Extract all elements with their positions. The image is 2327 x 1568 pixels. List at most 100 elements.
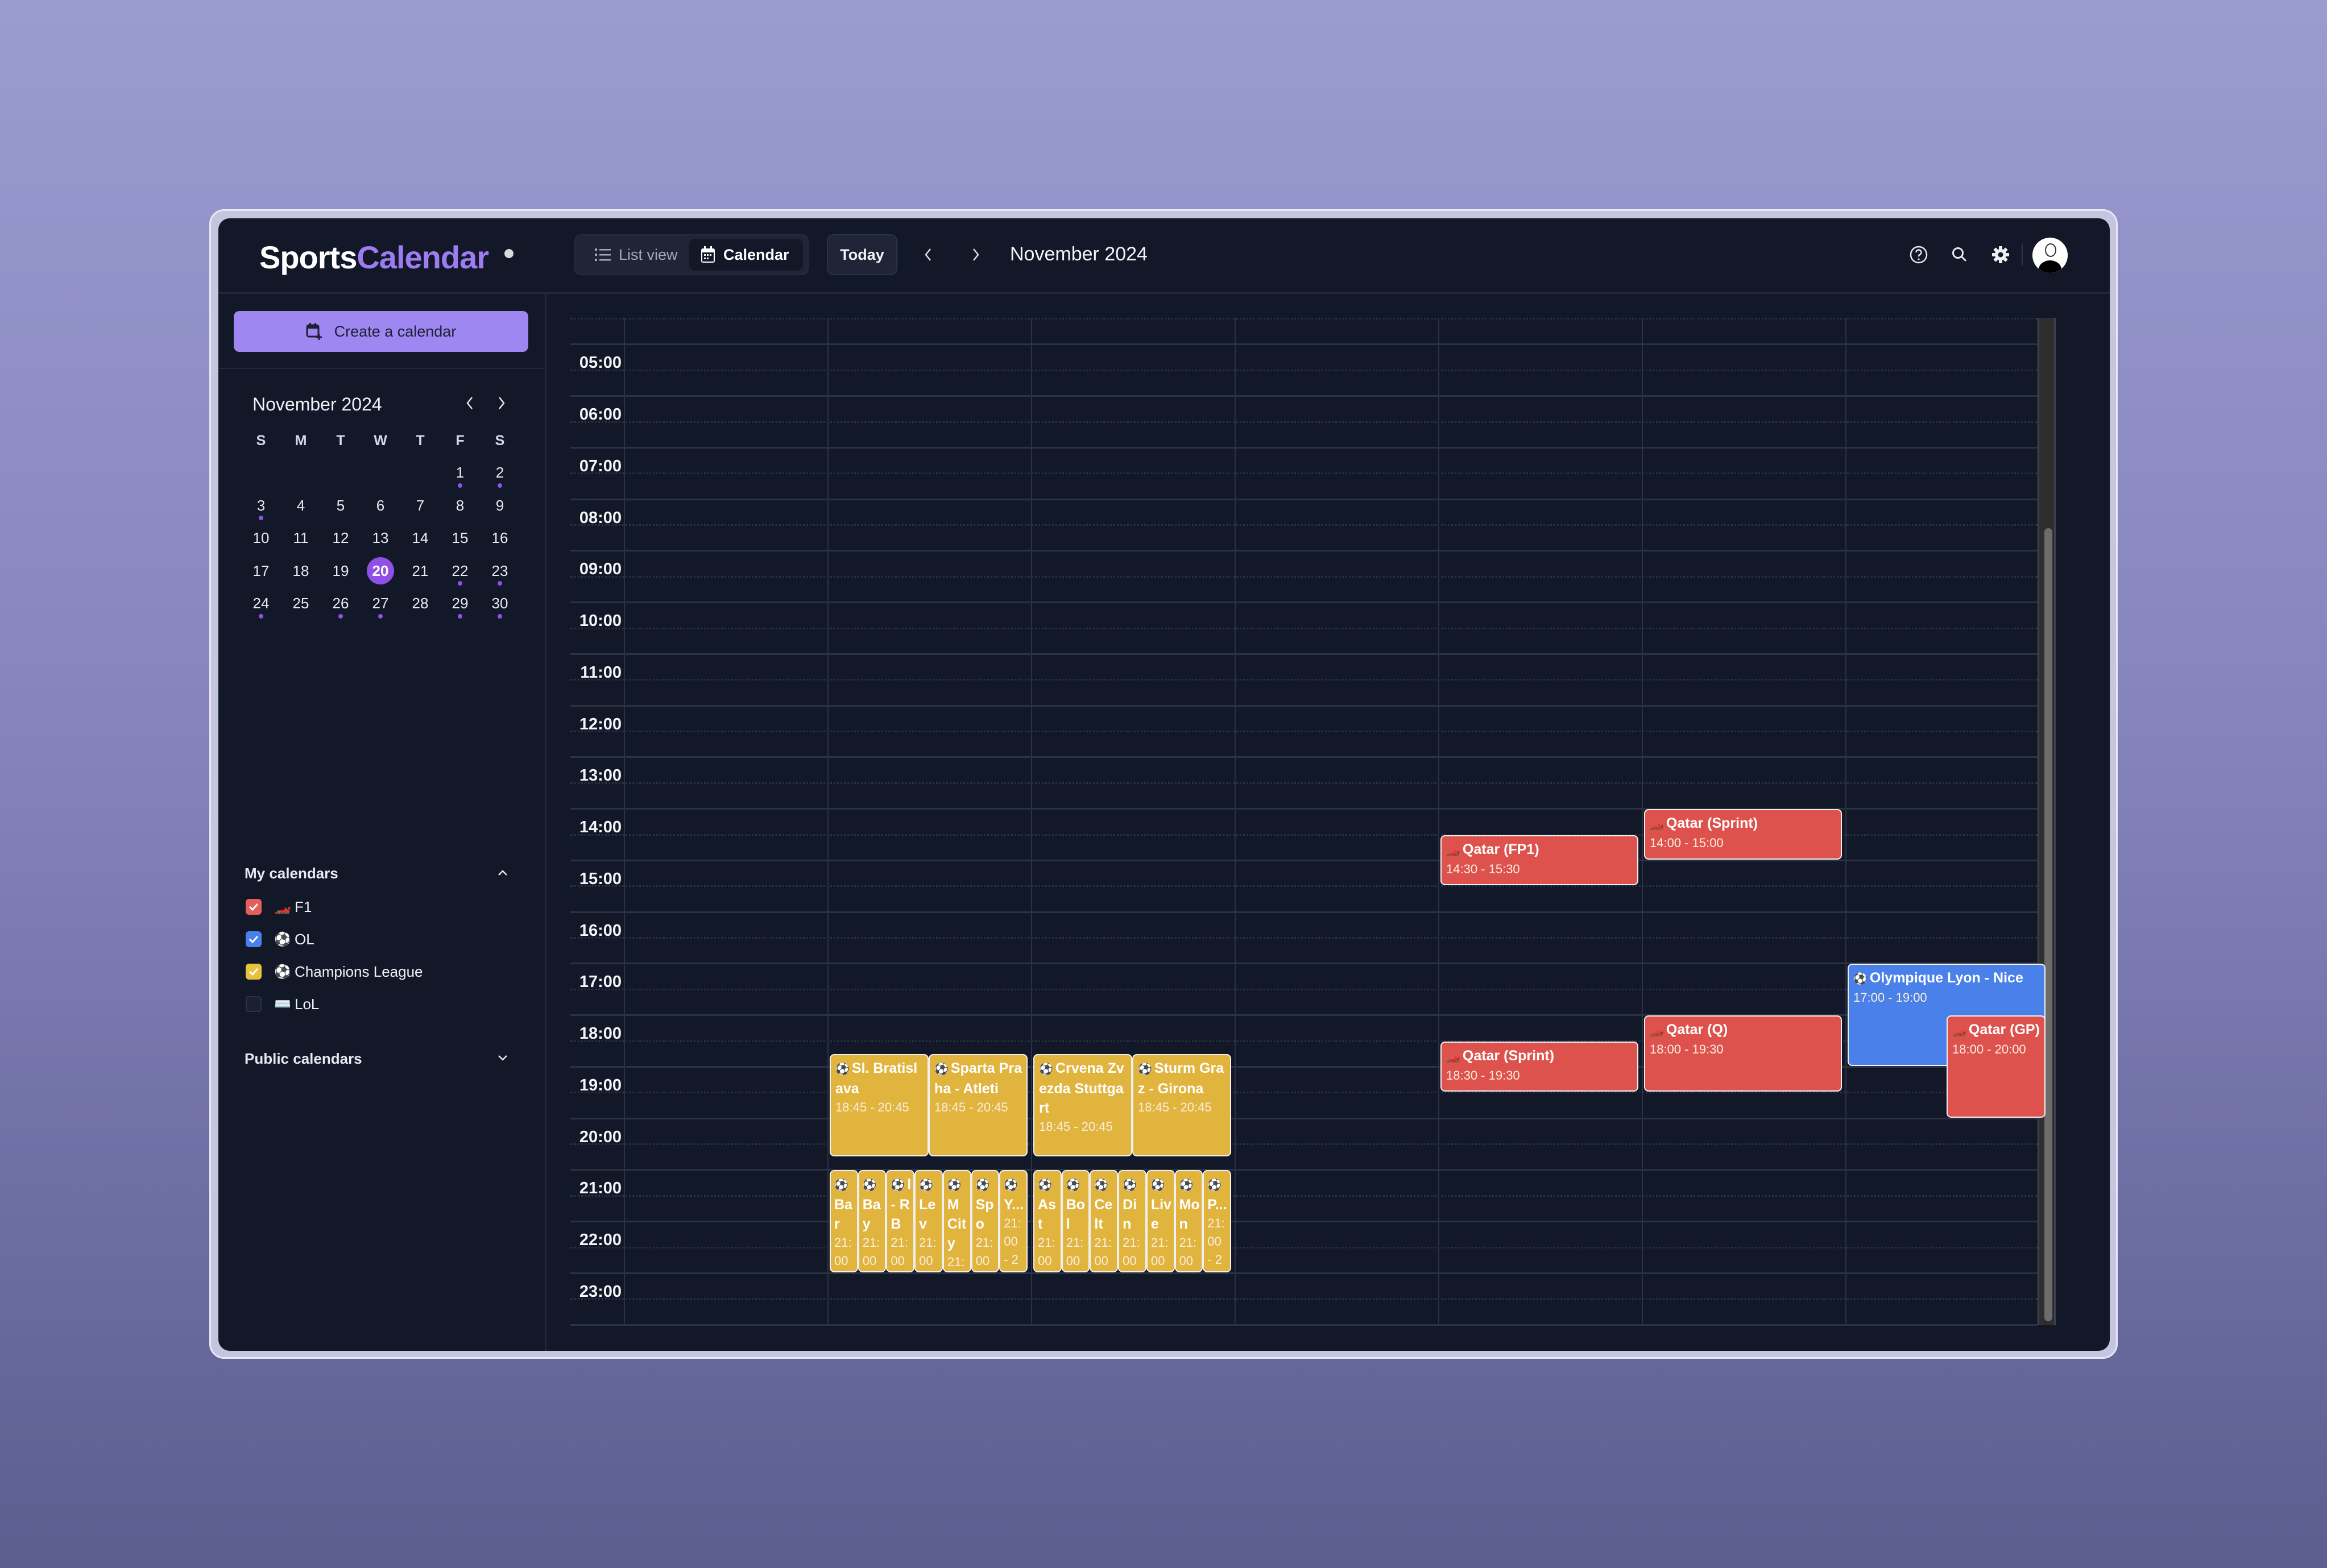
grid-scrollbar[interactable] bbox=[2038, 318, 2056, 1325]
mini-calendar-day[interactable]: 14 bbox=[400, 522, 440, 555]
mini-calendar-day[interactable]: 7 bbox=[400, 490, 440, 522]
user-avatar[interactable] bbox=[2032, 238, 2068, 273]
mini-calendar-next-button[interactable] bbox=[490, 391, 513, 416]
help-button[interactable] bbox=[1905, 241, 1932, 268]
mini-calendar-day[interactable]: 16 bbox=[480, 522, 520, 555]
calendar-event[interactable]: ⚽ Live 21:00 - 23:00 bbox=[1146, 1170, 1175, 1272]
hour-label: 06:00 bbox=[579, 405, 622, 424]
mini-calendar-day[interactable]: 15 bbox=[440, 522, 480, 555]
mini-calendar-day[interactable]: 17 bbox=[241, 555, 281, 588]
mini-calendar-day[interactable]: 13 bbox=[361, 522, 400, 555]
mini-calendar-day[interactable]: 1 bbox=[440, 457, 480, 490]
mini-calendar-day[interactable]: 3 bbox=[241, 490, 281, 522]
calendar-event[interactable]: ⚽ Bay 21:00 - 23:00 bbox=[858, 1170, 887, 1272]
calendar-item-ol[interactable]: ⚽ OL bbox=[246, 926, 314, 953]
mini-calendar-day[interactable]: 6 bbox=[361, 490, 400, 522]
today-button[interactable]: Today bbox=[827, 234, 897, 275]
calendar-item-champions-league[interactable]: ⚽ Champions League bbox=[246, 958, 423, 985]
mini-calendar-prev-button[interactable] bbox=[458, 391, 481, 416]
public-calendars-title[interactable]: Public calendars bbox=[245, 1050, 362, 1068]
calendar-view-button[interactable]: Calendar bbox=[689, 239, 803, 271]
mini-calendar-day[interactable]: 11 bbox=[281, 522, 321, 555]
calendar-event[interactable]: ⚽ Sl. Bratislava 18:45 - 20:45 bbox=[830, 1054, 929, 1156]
mini-calendar-day[interactable]: 18 bbox=[281, 555, 321, 588]
settings-button[interactable] bbox=[1987, 241, 2014, 268]
logo-calendar: Calendar bbox=[357, 239, 489, 275]
public-calendars-expand-button[interactable] bbox=[494, 1049, 512, 1067]
calendar-event[interactable]: ⚽ Bar 21:00 - 23:00 bbox=[830, 1170, 858, 1272]
mini-calendar-day[interactable]: 24 bbox=[241, 587, 281, 620]
calendar-event[interactable]: 🏎️ Qatar (GP) 18:00 - 20:00 bbox=[1947, 1015, 2046, 1118]
calendar-event[interactable]: 🏎️ Qatar (Sprint) 14:00 - 15:00 bbox=[1644, 809, 1842, 860]
day-number: 13 bbox=[372, 529, 389, 547]
mini-calendar-day[interactable]: 29 bbox=[440, 587, 480, 620]
calendar-event[interactable]: ⚽ Sturm Graz - Girona 18:45 - 20:45 bbox=[1132, 1054, 1231, 1156]
search-icon bbox=[1952, 247, 1967, 262]
mini-calendar-day[interactable]: 19 bbox=[321, 555, 361, 588]
calendar-event[interactable]: ⚽ Lev 21:00 - 23:00 bbox=[914, 1170, 943, 1272]
mini-calendar-day[interactable]: 25 bbox=[281, 587, 321, 620]
mini-calendar-day[interactable]: 20 bbox=[361, 555, 400, 588]
calendar-event[interactable]: 🏎️ Qatar (FP1) 14:30 - 15:30 bbox=[1440, 835, 1638, 886]
event-title: ⚽ Bar bbox=[834, 1175, 856, 1234]
search-button[interactable] bbox=[1946, 241, 1973, 268]
calendar-event[interactable]: ⚽ M City 21:00 - 23:00 bbox=[942, 1170, 971, 1272]
calendar-event[interactable]: ⚽ P... 21:00 - 23:00 bbox=[1203, 1170, 1231, 1272]
mini-calendar-day[interactable]: 12 bbox=[321, 522, 361, 555]
calendar-item-f1[interactable]: 🏎️ F1 bbox=[246, 893, 312, 920]
calendar-event[interactable]: ⚽ Ast 21:00 - 23:00 bbox=[1033, 1170, 1062, 1272]
mini-calendar-day[interactable]: 9 bbox=[480, 490, 520, 522]
calendar-checkbox[interactable] bbox=[246, 899, 262, 915]
mini-calendar-day[interactable]: 8 bbox=[440, 490, 480, 522]
calendar-item-lol[interactable]: ⌨️ LoL bbox=[246, 990, 319, 1018]
event-indicator-dot bbox=[259, 516, 263, 520]
mini-calendar-day[interactable]: 21 bbox=[400, 555, 440, 588]
calendar-checkbox[interactable] bbox=[246, 964, 262, 980]
previous-period-button[interactable] bbox=[917, 241, 939, 268]
mini-calendar-day[interactable]: 22 bbox=[440, 555, 480, 588]
create-calendar-button[interactable]: Create a calendar bbox=[234, 311, 528, 352]
mini-calendar-day[interactable]: 10 bbox=[241, 522, 281, 555]
day-number: 27 bbox=[372, 595, 389, 612]
calendar-checkbox[interactable] bbox=[246, 931, 262, 947]
hour-gridline bbox=[570, 550, 2038, 552]
calendar-view-label: Calendar bbox=[723, 246, 789, 263]
day-number: 15 bbox=[452, 529, 469, 547]
checkmark-icon bbox=[249, 903, 259, 911]
app-logo[interactable]: SportsCalendar bbox=[259, 239, 489, 276]
list-view-button[interactable]: List view bbox=[583, 239, 686, 271]
event-indicator-dot bbox=[498, 581, 502, 586]
my-calendars-collapse-button[interactable] bbox=[494, 864, 512, 882]
mini-calendar-day[interactable]: 30 bbox=[480, 587, 520, 620]
calendar-checkbox[interactable] bbox=[246, 996, 262, 1012]
race-car-icon: 🏎️ bbox=[1650, 818, 1664, 831]
calendar-event[interactable]: ⚽ Bol 21:00 - 23:00 bbox=[1061, 1170, 1090, 1272]
calendar-event[interactable]: ⚽ Din 21:00 - 23:00 bbox=[1118, 1170, 1146, 1272]
next-period-button[interactable] bbox=[964, 241, 987, 268]
calendar-event[interactable]: ⚽ Y... 21:00 - 23:00 bbox=[999, 1170, 1028, 1272]
view-toggle: List view Calendar bbox=[574, 234, 809, 275]
mini-calendar-day[interactable]: 28 bbox=[400, 587, 440, 620]
calendar-event[interactable]: ⚽ Sparta Praha - Atleti 18:45 - 20:45 bbox=[929, 1054, 1028, 1156]
mini-calendar-day[interactable]: 2 bbox=[480, 457, 520, 490]
event-time: 21:00 - 23:00 bbox=[1207, 1216, 1225, 1271]
event-indicator-dot bbox=[498, 483, 502, 488]
my-calendars-title[interactable]: My calendars bbox=[245, 865, 338, 882]
mini-calendar-day[interactable]: 5 bbox=[321, 490, 361, 522]
calendar-event[interactable]: 🏎️ Qatar (Q) 18:00 - 19:30 bbox=[1644, 1015, 1842, 1092]
mini-calendar-day[interactable]: 4 bbox=[281, 490, 321, 522]
hour-gridline bbox=[570, 859, 2038, 861]
calendar-event[interactable]: 🏎️ Qatar (Sprint) 18:30 - 19:30 bbox=[1440, 1041, 1638, 1092]
mini-calendar-day[interactable]: 23 bbox=[480, 555, 520, 588]
chevron-up-icon bbox=[498, 870, 507, 876]
mini-calendar-day[interactable]: 27 bbox=[361, 587, 400, 620]
calendar-event[interactable]: ⚽I - RB21:00 - 23:00 bbox=[886, 1170, 915, 1272]
mini-calendar-day[interactable]: 26 bbox=[321, 587, 361, 620]
grid-scrollbar-thumb[interactable] bbox=[2044, 528, 2052, 1321]
event-title: ⚽ P... bbox=[1207, 1175, 1229, 1214]
calendar-event[interactable]: ⚽ Spo 21:00 - 23:00 bbox=[971, 1170, 1000, 1272]
calendar-event[interactable]: ⚽ Crvena Zvezda Stuttgart 18:45 - 20:45 bbox=[1033, 1054, 1132, 1156]
week-grid[interactable]: 05:00 06:00 07:00 08:00 09:00 10:00 11:00 12:00… bbox=[546, 294, 2110, 1351]
calendar-event[interactable]: ⚽ Mon 21:00 - 23:00 bbox=[1174, 1170, 1203, 1272]
calendar-event[interactable]: ⚽ Celt 21:00 - 23:00 bbox=[1090, 1170, 1119, 1272]
